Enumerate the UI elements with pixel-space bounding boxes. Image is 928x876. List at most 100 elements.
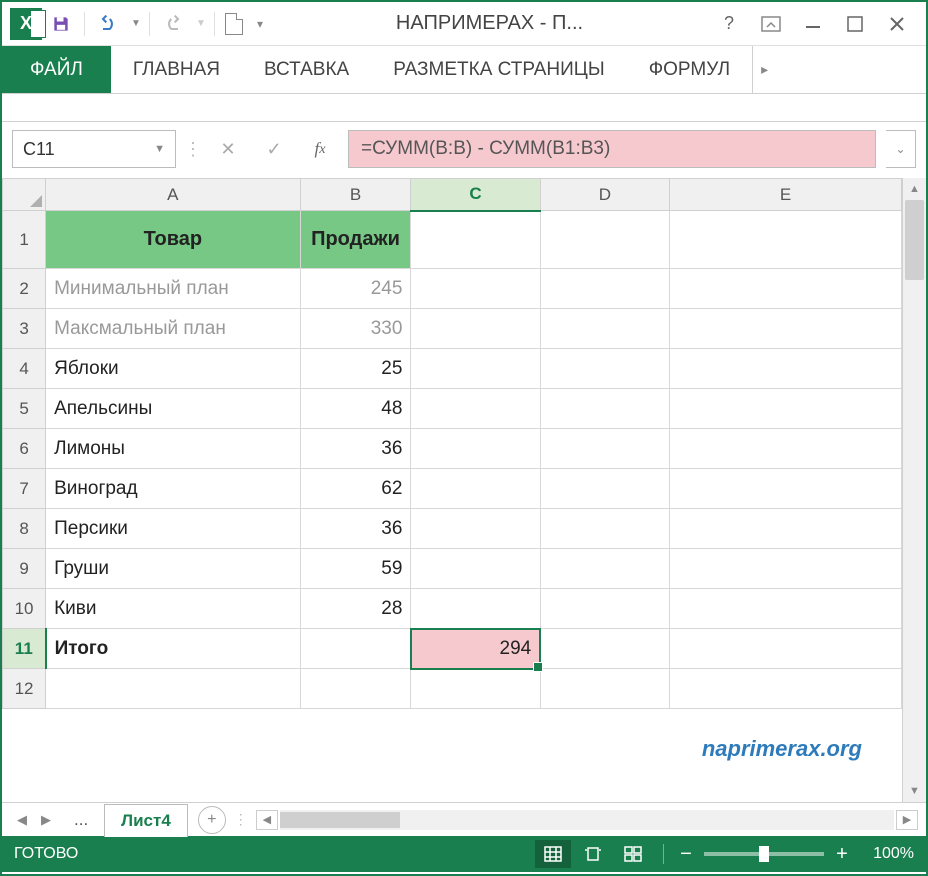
- tab-home[interactable]: ГЛАВНАЯ: [111, 46, 242, 93]
- row-header-5[interactable]: 5: [3, 389, 46, 429]
- cell-a11[interactable]: Итого: [46, 629, 301, 669]
- cell-a7[interactable]: Виноград: [46, 469, 301, 509]
- redo-dropdown[interactable]: ▼: [192, 5, 210, 43]
- cell-d6[interactable]: [540, 429, 669, 469]
- cell-c2[interactable]: [411, 269, 540, 309]
- view-page-break-button[interactable]: [615, 840, 651, 868]
- expand-formula-bar[interactable]: ⌄: [886, 130, 916, 168]
- tab-insert[interactable]: ВСТАВКА: [242, 46, 371, 93]
- row-header-9[interactable]: 9: [3, 549, 46, 589]
- sheet-nav-next[interactable]: ▶: [34, 812, 58, 828]
- spreadsheet-grid[interactable]: ABCDE 1 Товар Продажи 2 Минимальный план…: [2, 178, 902, 709]
- cell-a10[interactable]: Киви: [46, 589, 301, 629]
- chevron-down-icon[interactable]: ▼: [154, 143, 165, 155]
- cell-d5[interactable]: [540, 389, 669, 429]
- cell-b11[interactable]: [300, 629, 411, 669]
- cell-b8[interactable]: 36: [300, 509, 411, 549]
- cell-e6[interactable]: [670, 429, 902, 469]
- qat-customize-dropdown[interactable]: ▾: [249, 5, 271, 43]
- scroll-up-icon[interactable]: ▲: [903, 178, 926, 200]
- scrollbar-thumb[interactable]: [280, 812, 400, 828]
- zoom-slider[interactable]: [704, 852, 824, 856]
- cell-e2[interactable]: [670, 269, 902, 309]
- cell-e9[interactable]: [670, 549, 902, 589]
- column-header-a[interactable]: A: [46, 179, 301, 211]
- cell-a8[interactable]: Персики: [46, 509, 301, 549]
- cell-c1[interactable]: [411, 211, 540, 269]
- cell-e5[interactable]: [670, 389, 902, 429]
- cell-c4[interactable]: [411, 349, 540, 389]
- scroll-right-icon[interactable]: ▶: [896, 810, 918, 830]
- ribbon-scroll-right[interactable]: ▸: [752, 46, 776, 93]
- vertical-scrollbar[interactable]: ▲ ▼: [902, 178, 926, 802]
- cell-d4[interactable]: [540, 349, 669, 389]
- cell-e12[interactable]: [670, 669, 902, 709]
- cell-c10[interactable]: [411, 589, 540, 629]
- row-header-10[interactable]: 10: [3, 589, 46, 629]
- cell-a3[interactable]: Максмальный план: [46, 309, 301, 349]
- cell-b7[interactable]: 62: [300, 469, 411, 509]
- cell-c5[interactable]: [411, 389, 540, 429]
- cell-c11[interactable]: 294: [411, 629, 540, 669]
- cell-d10[interactable]: [540, 589, 669, 629]
- cell-e8[interactable]: [670, 509, 902, 549]
- cell-b10[interactable]: 28: [300, 589, 411, 629]
- cell-e1[interactable]: [670, 211, 902, 269]
- column-header-c[interactable]: C: [411, 179, 540, 211]
- cell-a1[interactable]: Товар: [46, 211, 301, 269]
- row-header-7[interactable]: 7: [3, 469, 46, 509]
- row-header-8[interactable]: 8: [3, 509, 46, 549]
- zoom-in-button[interactable]: +: [830, 843, 854, 866]
- sheet-tab-ellipsis[interactable]: ...: [58, 804, 104, 836]
- cell-a12[interactable]: [46, 669, 301, 709]
- undo-button[interactable]: [89, 5, 127, 43]
- help-button[interactable]: ?: [708, 5, 750, 43]
- view-normal-button[interactable]: [535, 840, 571, 868]
- cell-a2[interactable]: Минимальный план: [46, 269, 301, 309]
- cell-b5[interactable]: 48: [300, 389, 411, 429]
- ribbon-display-button[interactable]: [750, 5, 792, 43]
- cell-e3[interactable]: [670, 309, 902, 349]
- sheet-tab-active[interactable]: Лист4: [104, 804, 188, 837]
- cell-a4[interactable]: Яблоки: [46, 349, 301, 389]
- cell-a6[interactable]: Лимоны: [46, 429, 301, 469]
- redo-button[interactable]: [154, 5, 192, 43]
- enter-formula-button[interactable]: ✓: [256, 131, 292, 167]
- column-header-e[interactable]: E: [670, 179, 902, 211]
- row-header-6[interactable]: 6: [3, 429, 46, 469]
- cell-d7[interactable]: [540, 469, 669, 509]
- cell-c3[interactable]: [411, 309, 540, 349]
- row-header-2[interactable]: 2: [3, 269, 46, 309]
- row-header-11[interactable]: 11: [3, 629, 46, 669]
- tab-page-layout[interactable]: РАЗМЕТКА СТРАНИЦЫ: [371, 46, 627, 93]
- close-button[interactable]: [876, 5, 918, 43]
- cell-c6[interactable]: [411, 429, 540, 469]
- cell-b3[interactable]: 330: [300, 309, 411, 349]
- row-header-12[interactable]: 12: [3, 669, 46, 709]
- cell-a9[interactable]: Груши: [46, 549, 301, 589]
- add-sheet-button[interactable]: +: [198, 806, 226, 834]
- tab-formulas[interactable]: ФОРМУЛ: [627, 46, 752, 93]
- cell-d2[interactable]: [540, 269, 669, 309]
- cell-d11[interactable]: [540, 629, 669, 669]
- cell-b1[interactable]: Продажи: [300, 211, 411, 269]
- cell-b6[interactable]: 36: [300, 429, 411, 469]
- save-button[interactable]: [42, 5, 80, 43]
- column-header-d[interactable]: D: [540, 179, 669, 211]
- scrollbar-thumb[interactable]: [905, 200, 924, 280]
- insert-function-button[interactable]: fx: [302, 131, 338, 167]
- row-header-1[interactable]: 1: [3, 211, 46, 269]
- cell-d8[interactable]: [540, 509, 669, 549]
- undo-dropdown[interactable]: ▼: [127, 5, 145, 43]
- view-page-layout-button[interactable]: [575, 840, 611, 868]
- cell-b4[interactable]: 25: [300, 349, 411, 389]
- cell-d3[interactable]: [540, 309, 669, 349]
- cell-e7[interactable]: [670, 469, 902, 509]
- cell-d1[interactable]: [540, 211, 669, 269]
- sheet-nav-prev[interactable]: ◀: [10, 812, 34, 828]
- zoom-out-button[interactable]: −: [674, 843, 698, 866]
- row-header-3[interactable]: 3: [3, 309, 46, 349]
- cell-d9[interactable]: [540, 549, 669, 589]
- minimize-button[interactable]: [792, 5, 834, 43]
- maximize-button[interactable]: [834, 5, 876, 43]
